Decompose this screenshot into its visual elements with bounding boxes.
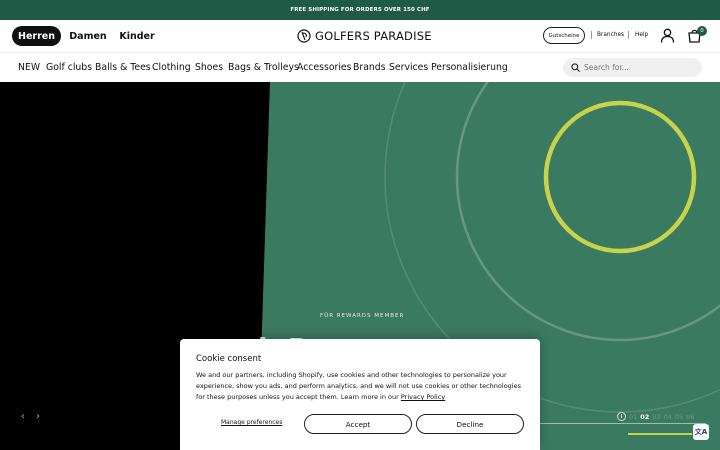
pause-icon[interactable] xyxy=(617,412,626,421)
logo-text: GOLFERS PARADISE xyxy=(315,29,432,43)
slider-track xyxy=(540,423,706,424)
voucher-button[interactable]: Gutscheine xyxy=(543,27,585,44)
search-box[interactable] xyxy=(563,58,702,77)
slide-dot[interactable]: 03 xyxy=(652,413,660,421)
translate-icon[interactable]: 文A xyxy=(693,424,709,440)
gender-tab-herren[interactable]: Herren xyxy=(12,26,61,46)
search-input[interactable] xyxy=(584,60,694,75)
manage-preferences-link[interactable]: Manage preferences xyxy=(221,419,282,426)
branches-link[interactable]: Branches xyxy=(597,32,624,38)
gender-tab-kinder[interactable]: Kinder xyxy=(115,26,159,46)
nav-item-accessories[interactable]: Accessories xyxy=(297,62,351,73)
slider-progress-bar xyxy=(628,433,692,435)
cart-count-badge: 0 xyxy=(697,26,707,36)
nav-item-services[interactable]: Services xyxy=(389,62,428,73)
cookie-consent-dialog: Cookie consent We and our partners, incl… xyxy=(180,339,540,450)
nav-item-brands[interactable]: Brands xyxy=(353,62,386,73)
slider-pagination: 01 02 03 04 05 06 xyxy=(617,412,694,421)
accept-button[interactable]: Accept xyxy=(304,414,412,434)
slide-dot[interactable]: 01 xyxy=(629,413,637,421)
slide-dot[interactable]: 05 xyxy=(675,413,683,421)
nav-item-clothing[interactable]: Clothing xyxy=(152,62,191,73)
privacy-policy-link[interactable]: Privacy Policy xyxy=(401,393,445,401)
divider xyxy=(628,31,629,39)
site-logo[interactable]: GOLFERS PARADISE xyxy=(297,28,432,44)
slide-dot[interactable]: 04 xyxy=(664,413,672,421)
hero-eyebrow: FÜR REWARDS MEMBER xyxy=(320,313,405,319)
nav-item-bags-trolleys[interactable]: Bags & Trolleys xyxy=(228,62,299,73)
announcement-bar: FREE SHIPPING FOR ORDERS OVER 150 CHF xyxy=(0,0,720,20)
logo-emblem-icon xyxy=(297,29,311,43)
slider-next-arrow-icon[interactable]: › xyxy=(36,411,40,422)
slider-prev-arrow-icon[interactable]: ‹ xyxy=(21,411,25,422)
nav-item-golf-clubs[interactable]: Golf clubs xyxy=(46,62,92,73)
cookie-text: We and our partners, including Shopify, … xyxy=(196,370,526,403)
help-link[interactable]: Help xyxy=(635,32,648,38)
nav-item-new[interactable]: NEW xyxy=(18,62,40,73)
search-icon xyxy=(571,63,580,72)
nav-item-shoes[interactable]: Shoes xyxy=(195,62,223,73)
slide-dot[interactable]: 06 xyxy=(686,413,694,421)
cookie-title: Cookie consent xyxy=(196,354,262,364)
nav-item-balls-tees[interactable]: Balls & Tees xyxy=(95,62,151,73)
announcement-text: FREE SHIPPING FOR ORDERS OVER 150 CHF xyxy=(290,7,430,13)
slide-dot-active[interactable]: 02 xyxy=(640,413,649,421)
header: Herren Damen Kinder GOLFERS PARADISE Gut… xyxy=(0,20,720,52)
main-navigation: NEW Golf clubs Balls & Tees Clothing Sho… xyxy=(0,52,720,82)
account-icon[interactable] xyxy=(660,28,675,43)
cookie-body: We and our partners, including Shopify, … xyxy=(196,371,522,401)
nav-item-personalisierung[interactable]: Personalisierung xyxy=(431,62,508,73)
decline-button[interactable]: Decline xyxy=(416,414,524,434)
gender-tab-damen[interactable]: Damen xyxy=(66,26,110,46)
divider xyxy=(591,31,592,39)
